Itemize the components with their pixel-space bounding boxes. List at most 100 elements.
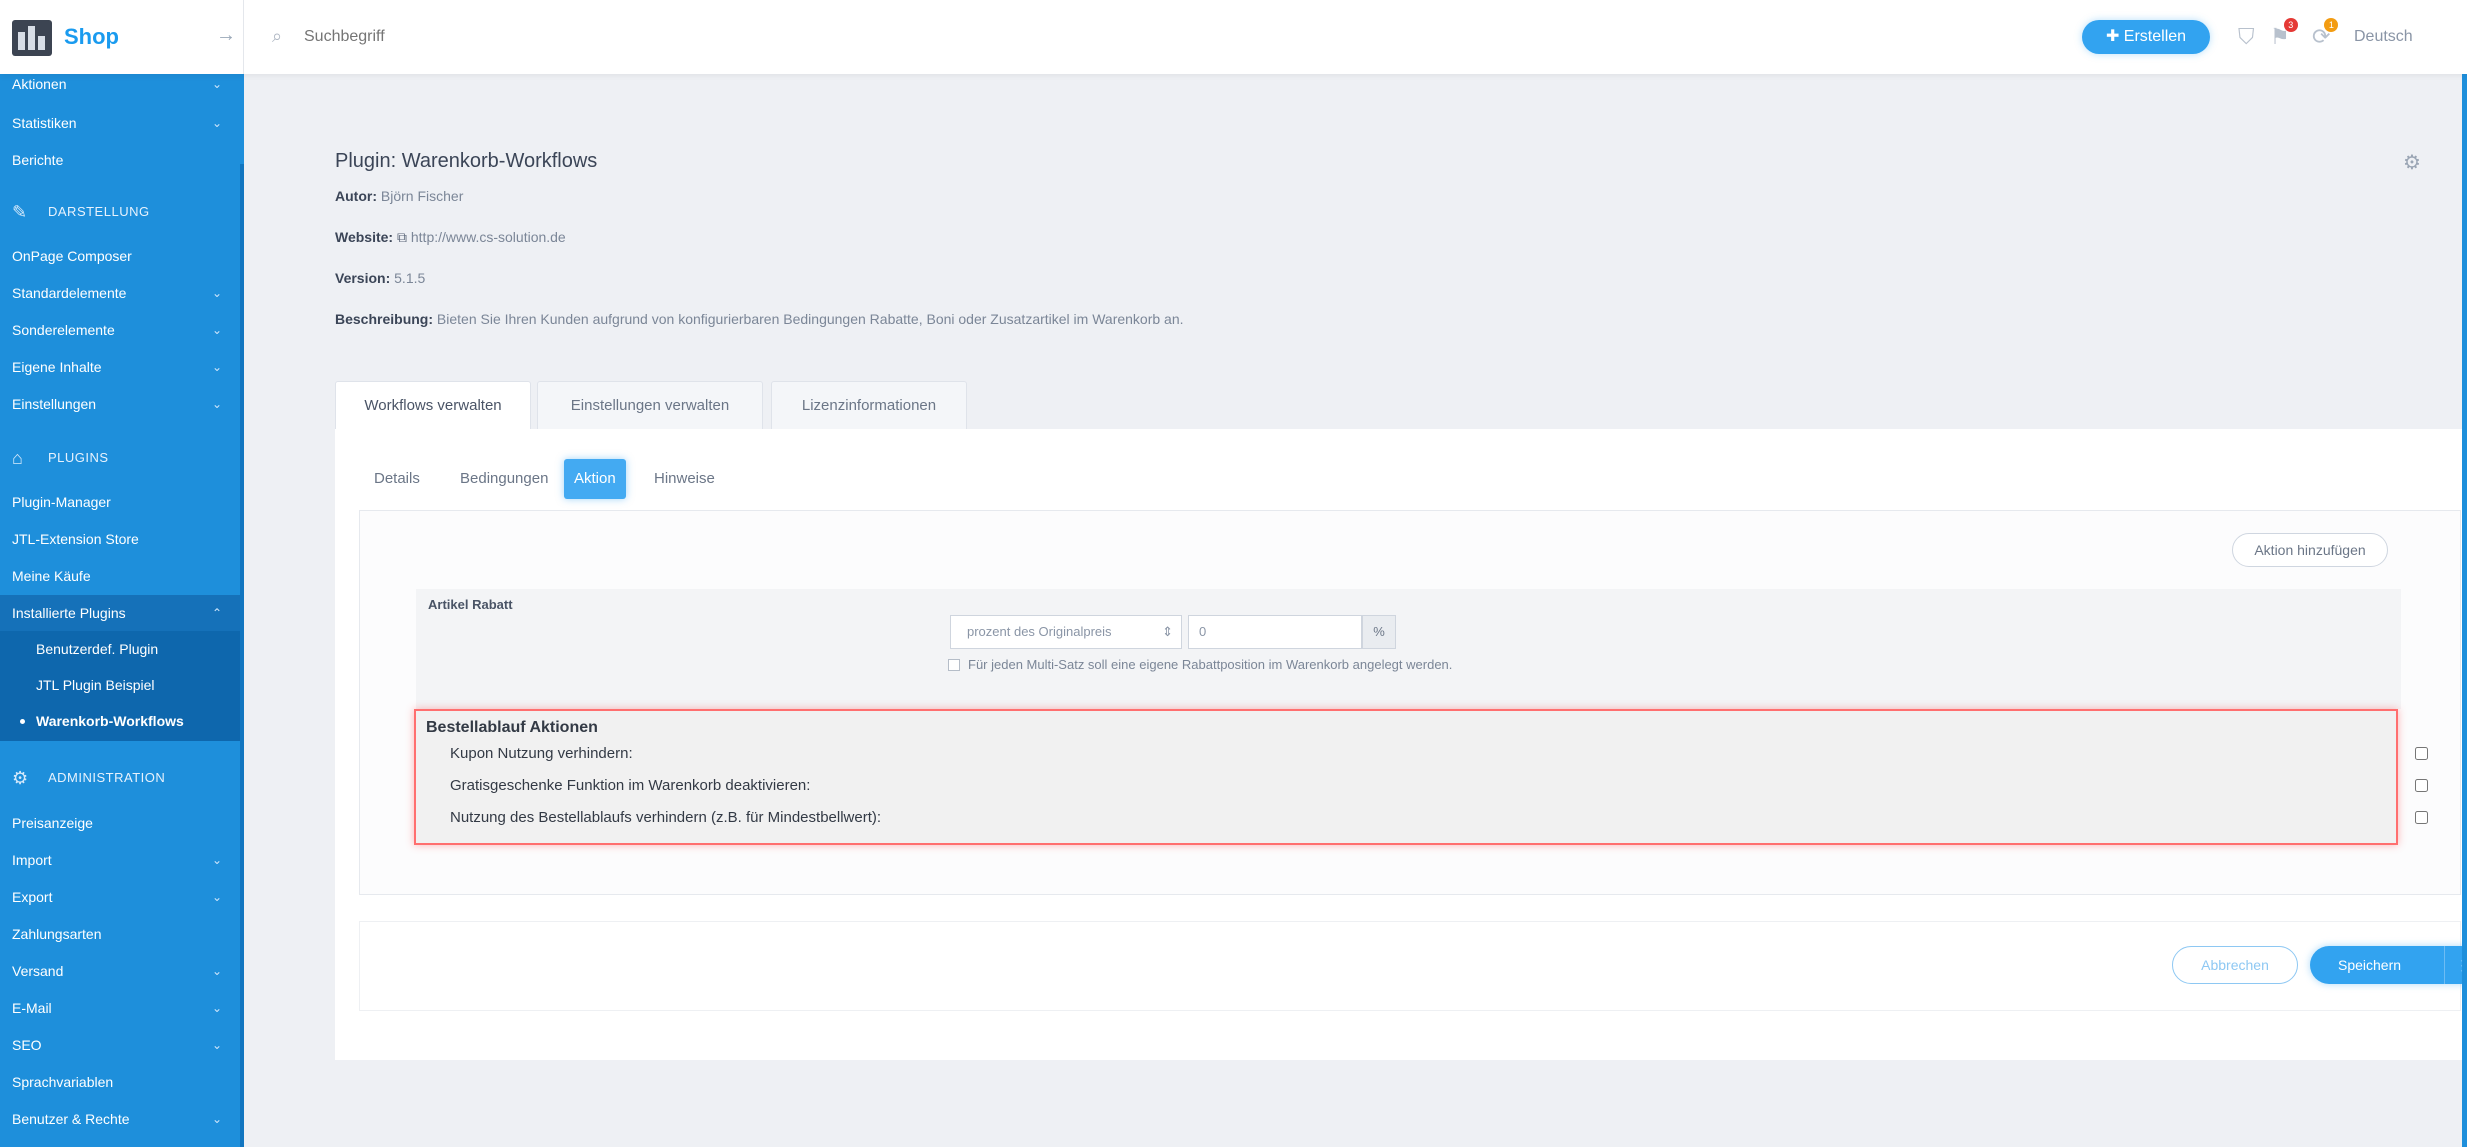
rabatt-value-input[interactable]: 0 bbox=[1188, 615, 1362, 649]
chevron-down-icon: ⌄ bbox=[211, 323, 222, 337]
sidebar-item-label: Installierte Plugins bbox=[12, 605, 126, 621]
sidebar-heading-plugins: ⌂ PLUGINS bbox=[0, 438, 240, 478]
chevron-down-icon: ⇕ bbox=[1162, 624, 1173, 639]
plugin-author: Autor: Björn Fischer bbox=[335, 188, 463, 204]
bestellablauf-title: Bestellablauf Aktionen bbox=[426, 719, 598, 736]
bestellablauf-checkbox[interactable] bbox=[2415, 811, 2428, 824]
chevron-down-icon: ⌄ bbox=[211, 964, 222, 978]
chevron-down-icon: ⌄ bbox=[211, 116, 222, 130]
rabatt-multi-checkbox[interactable] bbox=[948, 659, 960, 671]
sidebar-item-label: Preisanzeige bbox=[12, 815, 93, 831]
subtab-details[interactable]: Details bbox=[364, 459, 430, 499]
sidebar-item-aktionen[interactable]: Aktionen ⌄ bbox=[0, 74, 240, 102]
gear-icon[interactable]: ⚙ bbox=[2403, 150, 2421, 175]
chevron-down-icon: ⌄ bbox=[211, 1112, 222, 1126]
rabatt-unit: % bbox=[1362, 615, 1396, 649]
updates-icon[interactable]: ⟳ 1 bbox=[2312, 18, 2339, 50]
select-value: prozent des Originalpreis bbox=[967, 624, 1112, 639]
sidebar-item-meine-kaeufe[interactable]: Meine Käufe bbox=[0, 558, 240, 594]
sidebar-item-label: Benutzer & Rechte bbox=[12, 1111, 130, 1127]
sidebar-item-label: Sonderelemente bbox=[12, 322, 115, 338]
bestellablauf-label: Nutzung des Bestellablaufs verhindern (z… bbox=[450, 809, 882, 826]
sidebar-item-label: Statistiken bbox=[12, 115, 77, 131]
logo-icon[interactable] bbox=[12, 20, 52, 56]
sidebar-item-sonderelemente[interactable]: Sonderelemente ⌄ bbox=[0, 312, 240, 348]
gratisgeschenke-checkbox[interactable] bbox=[2415, 779, 2428, 792]
meta-value: Bieten Sie Ihren Kunden aufgrund von kon… bbox=[436, 311, 1184, 327]
notifications-icon[interactable]: ⚑ 3 bbox=[2270, 18, 2298, 50]
language-selector[interactable]: Deutsch bbox=[2354, 28, 2413, 46]
sidebar-item-label: Benutzerdef. Plugin bbox=[36, 641, 159, 657]
subtab-bedingungen[interactable]: Bedingungen bbox=[450, 459, 558, 499]
plus-icon: ✚ bbox=[2105, 28, 2124, 45]
rabatt-multi-checkbox-row[interactable]: Für jeden Multi-Satz soll eine eigene Ra… bbox=[948, 657, 1452, 672]
search-input[interactable] bbox=[304, 22, 604, 52]
sidebar-item-preisanzeige[interactable]: Preisanzeige bbox=[0, 805, 240, 841]
chevron-down-icon: ⌄ bbox=[211, 360, 222, 374]
sidebar-item-statistiken[interactable]: Statistiken ⌄ bbox=[0, 105, 240, 141]
notifications-badge: 3 bbox=[2283, 18, 2298, 32]
meta-label: Website: bbox=[335, 229, 394, 245]
sidebar-item-berichte[interactable]: Berichte bbox=[0, 142, 240, 178]
updates-badge: 1 bbox=[2324, 18, 2339, 32]
sidebar-heading-administration: ⚙ ADMINISTRATION bbox=[0, 758, 240, 798]
help-icon[interactable]: ⛉ bbox=[2238, 24, 2255, 50]
tab-workflows-verwalten[interactable]: Workflows verwalten bbox=[335, 381, 531, 429]
search-icon: ⌕ bbox=[272, 26, 283, 46]
sidebar-collapse-icon[interactable]: → bbox=[216, 24, 236, 47]
sidebar-item-label: Eigene Inhalte bbox=[12, 359, 102, 375]
meta-label: Beschreibung: bbox=[335, 311, 434, 327]
sidebar-subitem-benutzerdef-plugin[interactable]: Benutzerdef. Plugin bbox=[0, 631, 240, 667]
plugin-version: Version: 5.1.5 bbox=[335, 270, 425, 286]
sidebar-subitem-warenkorb-workflows[interactable]: Warenkorb-Workflows bbox=[0, 703, 240, 741]
sidebar-item-einstellungen[interactable]: Einstellungen ⌄ bbox=[0, 386, 240, 422]
sidebar-item-export[interactable]: Export ⌄ bbox=[0, 879, 240, 915]
chevron-down-icon: ⌄ bbox=[211, 1001, 222, 1015]
website-link[interactable]: http://www.cs-solution.de bbox=[411, 229, 566, 245]
sidebar-item-sprachvariablen[interactable]: Sprachvariablen bbox=[0, 1064, 240, 1100]
subtab-hinweise[interactable]: Hinweise bbox=[644, 459, 725, 499]
sidebar-item-seo[interactable]: SEO ⌄ bbox=[0, 1027, 240, 1063]
right-edge-strip bbox=[2462, 0, 2467, 1147]
sidebar-item-label: JTL-Extension Store bbox=[12, 531, 139, 547]
sidebar-item-label: Standardelemente bbox=[12, 285, 127, 301]
top-bar: Shop → ⌕ ✚ Erstellen ⛉ ⚑3 ⟳1 Deutsch bbox=[0, 0, 2467, 74]
sidebar-subitem-jtl-plugin-beispiel[interactable]: JTL Plugin Beispiel bbox=[0, 667, 240, 703]
sidebar-item-email[interactable]: E-Mail ⌄ bbox=[0, 990, 240, 1026]
cancel-button[interactable]: Abbrechen bbox=[2172, 946, 2298, 984]
sidebar-heading-label: DARSTELLUNG bbox=[48, 204, 150, 219]
sidebar-item-import[interactable]: Import ⌄ bbox=[0, 842, 240, 878]
sidebar-item-label: Sprachvariablen bbox=[12, 1074, 114, 1090]
rabatt-type-select[interactable]: prozent des Originalpreis ⇕ bbox=[950, 615, 1182, 649]
sidebar-item-extension-store[interactable]: JTL-Extension Store bbox=[0, 521, 240, 557]
chevron-down-icon: ⌄ bbox=[211, 1038, 222, 1052]
chevron-down-icon: ⌄ bbox=[211, 286, 222, 300]
sidebar-item-label: Warenkorb-Workflows bbox=[36, 713, 184, 729]
main-content: Plugin: Warenkorb-Workflows ⚙ Autor: Bjö… bbox=[244, 74, 2467, 1147]
sidebar-item-standardelemente[interactable]: Standardelemente ⌄ bbox=[0, 275, 240, 311]
sidebar-item-label: Meine Käufe bbox=[12, 568, 91, 584]
sidebar-item-zahlungsarten[interactable]: Zahlungsarten bbox=[0, 916, 240, 952]
new-button[interactable]: ✚ Erstellen bbox=[2082, 20, 2210, 54]
sidebar-item-label: E-Mail bbox=[12, 1000, 52, 1016]
tab-einstellungen-verwalten[interactable]: Einstellungen verwalten bbox=[537, 381, 763, 429]
subtab-aktion[interactable]: Aktion bbox=[564, 459, 626, 499]
logo-text[interactable]: Shop bbox=[64, 24, 119, 50]
sidebar-item-onpage-composer[interactable]: OnPage Composer bbox=[0, 238, 240, 274]
sidebar-heading-darstellung: ✎ DARSTELLUNG bbox=[0, 192, 240, 232]
sidebar-item-installierte-plugins[interactable]: Installierte Plugins ⌃ bbox=[0, 595, 240, 631]
sidebar-item-benutzer-rechte[interactable]: Benutzer & Rechte ⌄ bbox=[0, 1101, 240, 1137]
kupon-label: Kupon Nutzung verhindern: bbox=[450, 745, 633, 762]
kupon-checkbox[interactable] bbox=[2415, 747, 2428, 760]
rabatt-title: Artikel Rabatt bbox=[428, 597, 513, 612]
meta-value: Björn Fischer bbox=[380, 188, 464, 204]
tab-lizenzinformationen[interactable]: Lizenzinformationen bbox=[771, 381, 967, 429]
sidebar-item-label: Import bbox=[12, 852, 52, 868]
add-action-button[interactable]: Aktion hinzufügen bbox=[2232, 533, 2388, 567]
sidebar-item-eigene-inhalte[interactable]: Eigene Inhalte ⌄ bbox=[0, 349, 240, 385]
sidebar-item-plugin-manager[interactable]: Plugin-Manager bbox=[0, 484, 240, 520]
sidebar-item-label: SEO bbox=[12, 1037, 42, 1053]
save-button[interactable]: Speichern⋮ bbox=[2310, 946, 2467, 984]
sidebar-item-versand[interactable]: Versand ⌄ bbox=[0, 953, 240, 989]
form-footer bbox=[359, 921, 2461, 1011]
